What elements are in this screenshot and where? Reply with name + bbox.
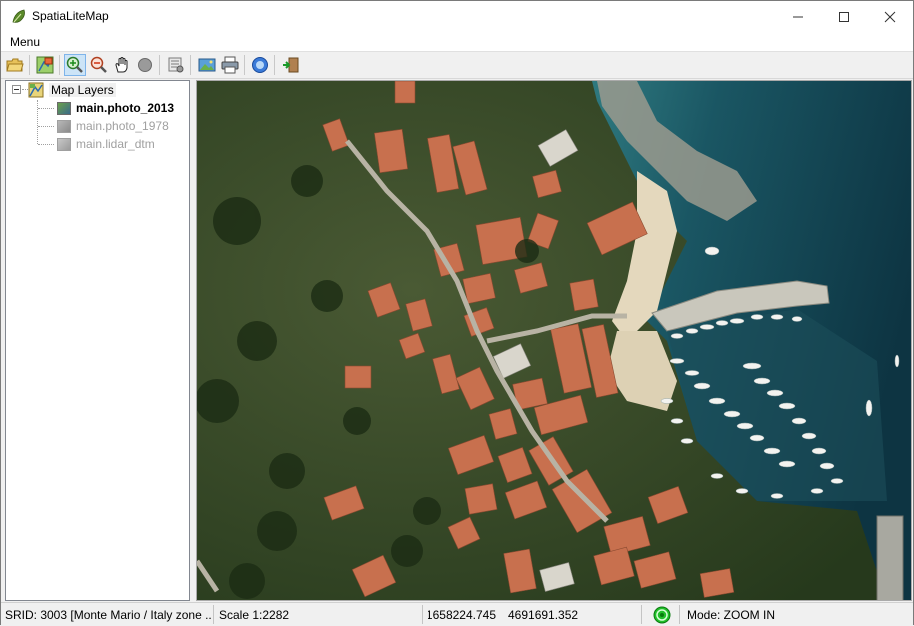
pan-button[interactable] bbox=[111, 54, 133, 76]
open-folder-icon bbox=[6, 58, 24, 72]
close-icon bbox=[884, 11, 896, 22]
tree-connector bbox=[38, 144, 54, 145]
tree-collapse-toggle[interactable] bbox=[12, 85, 21, 94]
status-divider bbox=[679, 605, 680, 624]
tree-connector bbox=[38, 126, 54, 127]
status-y-coordinate: 4691691.352 bbox=[508, 607, 579, 622]
tree-root-map-layers[interactable]: Map Layers bbox=[28, 81, 116, 99]
app-logo-icon bbox=[12, 9, 25, 23]
toolbar bbox=[1, 52, 913, 79]
pan-hand-icon bbox=[115, 57, 128, 73]
print-button[interactable] bbox=[219, 54, 241, 76]
toolbar-separator bbox=[244, 55, 245, 75]
layer-label: main.photo_2013 bbox=[76, 101, 175, 115]
layer-item-photo-1978[interactable]: main.photo_1978 bbox=[57, 117, 169, 135]
menu-item-menu[interactable]: Menu bbox=[10, 35, 40, 49]
toolbar-separator bbox=[29, 55, 30, 75]
exit-icon bbox=[283, 57, 299, 73]
layer-label: main.photo_1978 bbox=[76, 119, 169, 133]
status-divider bbox=[422, 605, 423, 624]
tree-root-label: Map Layers bbox=[49, 83, 116, 97]
status-divider bbox=[213, 605, 214, 624]
about-button[interactable] bbox=[249, 54, 271, 76]
maximize-icon bbox=[839, 11, 849, 22]
about-icon bbox=[252, 57, 268, 73]
menu-bar: Menu bbox=[1, 32, 913, 52]
status-scale: Scale 1:2282 bbox=[219, 607, 290, 622]
zoom-in-icon bbox=[66, 56, 83, 73]
layer-item-lidar-dtm[interactable]: main.lidar_dtm bbox=[57, 135, 155, 153]
status-x-coordinate: 1658224.745 bbox=[428, 607, 496, 622]
open-button[interactable] bbox=[4, 54, 26, 76]
close-button[interactable] bbox=[867, 1, 913, 32]
status-bar: SRID: 3003 [Monte Mario / Italy zone ...… bbox=[1, 602, 913, 625]
export-image-button[interactable] bbox=[196, 54, 218, 76]
exit-button[interactable] bbox=[280, 54, 302, 76]
toolbar-separator bbox=[159, 55, 160, 75]
maximize-button[interactable] bbox=[821, 1, 867, 32]
toolbar-separator bbox=[190, 55, 191, 75]
map-layers-icon bbox=[28, 82, 44, 98]
properties-icon bbox=[168, 57, 184, 73]
identify-icon bbox=[138, 58, 152, 72]
tree-connector bbox=[38, 108, 54, 109]
toolbar-separator bbox=[59, 55, 60, 75]
map-canvas[interactable] bbox=[196, 80, 912, 601]
zoom-in-button[interactable] bbox=[64, 54, 86, 76]
app-window: SpatiaLiteMap Menu Map Layers main.photo… bbox=[0, 0, 914, 625]
layer-label: main.lidar_dtm bbox=[76, 137, 155, 151]
raster-layer-icon bbox=[57, 101, 71, 115]
raster-layer-icon bbox=[57, 119, 71, 133]
properties-button[interactable] bbox=[165, 54, 187, 76]
status-divider bbox=[641, 605, 642, 624]
add-layer-icon bbox=[36, 56, 54, 74]
print-icon bbox=[221, 56, 239, 74]
minimize-button[interactable] bbox=[775, 1, 821, 32]
layer-tree[interactable]: Map Layers main.photo_2013 main.photo_19… bbox=[5, 80, 190, 601]
export-image-icon bbox=[198, 58, 216, 72]
status-ok-icon bbox=[653, 606, 671, 623]
raster-layer-icon bbox=[57, 137, 71, 151]
title-bar: SpatiaLiteMap bbox=[1, 1, 913, 32]
zoom-out-button[interactable] bbox=[88, 54, 110, 76]
tree-connector bbox=[37, 100, 38, 144]
status-mode: Mode: ZOOM IN bbox=[687, 607, 776, 622]
window-title: SpatiaLiteMap bbox=[32, 9, 109, 23]
layer-item-photo-2013[interactable]: main.photo_2013 bbox=[57, 99, 174, 117]
add-layer-button[interactable] bbox=[34, 54, 56, 76]
zoom-out-icon bbox=[90, 56, 107, 73]
identify-button[interactable] bbox=[134, 54, 156, 76]
aerial-photo-map bbox=[197, 81, 911, 600]
pier bbox=[876, 515, 904, 600]
status-connection bbox=[649, 603, 675, 626]
status-srid: SRID: 3003 [Monte Mario / Italy zone ... bbox=[5, 607, 212, 622]
minimize-icon bbox=[793, 16, 803, 17]
toolbar-separator bbox=[274, 55, 275, 75]
